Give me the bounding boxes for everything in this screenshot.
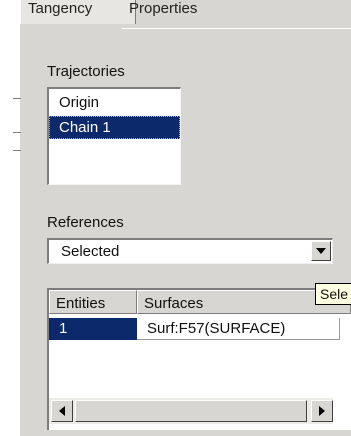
column-header-entities[interactable]: Entities	[49, 290, 137, 314]
list-item[interactable]: Origin	[49, 91, 180, 114]
trajectories-list[interactable]: Origin Chain 1	[47, 87, 181, 185]
table-cell-entity[interactable]: 1	[49, 318, 137, 340]
trajectories-label: Trajectories	[47, 63, 125, 80]
arrow-right-icon	[319, 406, 325, 416]
divider	[13, 150, 21, 151]
references-selected-value: Selected	[61, 243, 120, 260]
horizontal-scrollbar[interactable]	[49, 398, 333, 424]
tooltip: Sele	[315, 283, 351, 305]
scroll-right-button[interactable]	[311, 400, 333, 422]
divider	[122, 28, 351, 29]
list-item[interactable]: Chain 1	[49, 116, 180, 139]
references-label: References	[47, 214, 124, 231]
tab-properties[interactable]: Properties	[122, 0, 204, 24]
tab-tangency[interactable]: Tangency	[20, 0, 136, 24]
chevron-down-icon	[316, 248, 326, 254]
divider	[13, 98, 21, 99]
scroll-left-button[interactable]	[51, 400, 73, 422]
scrollbar-thumb[interactable]	[75, 400, 307, 422]
arrow-left-icon	[59, 406, 65, 416]
tab-bar: Tangency Properties	[20, 0, 351, 30]
references-dropdown[interactable]: Selected	[47, 238, 333, 264]
dropdown-button[interactable]	[311, 241, 331, 261]
divider	[13, 132, 21, 133]
table-cell-surface[interactable]: Surf:F57(SURFACE)	[137, 318, 340, 340]
